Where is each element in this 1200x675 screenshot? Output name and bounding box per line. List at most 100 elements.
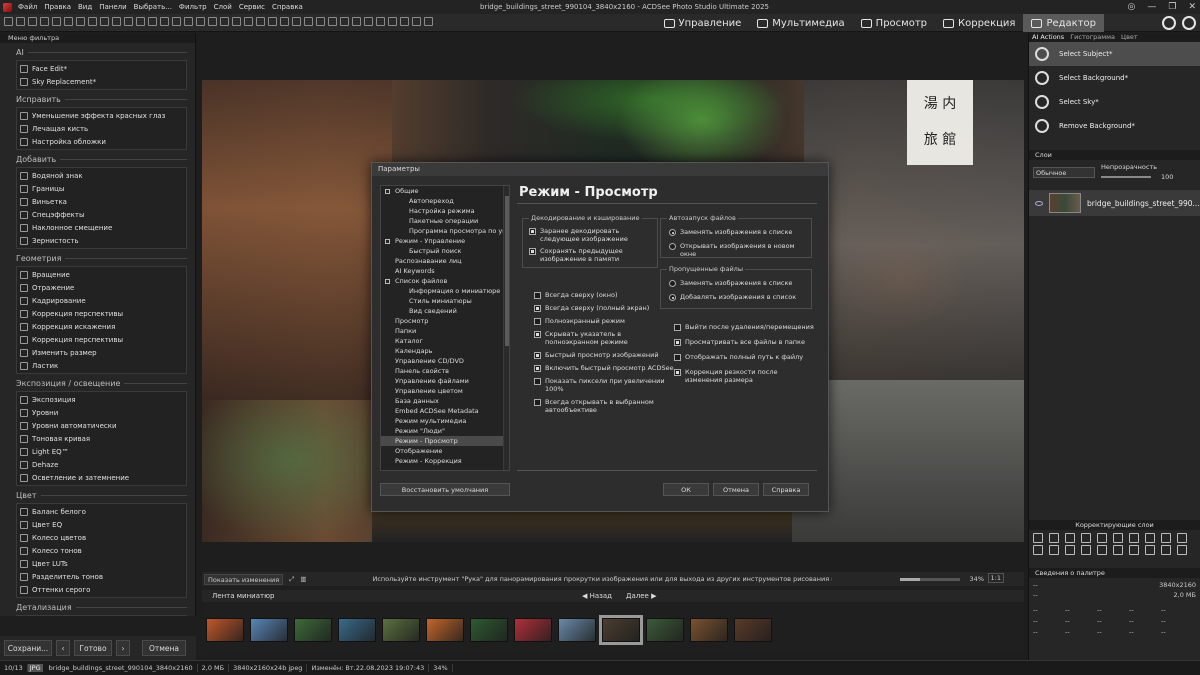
filter-item[interactable]: Изменить размер <box>20 346 183 359</box>
tool-icon[interactable] <box>256 17 265 26</box>
tool-icon[interactable] <box>268 17 277 26</box>
mode-image[interactable]: Коррекция <box>935 14 1023 32</box>
filter-item[interactable]: Настройка обложки <box>20 135 183 148</box>
filter-item[interactable]: Отражение <box>20 281 183 294</box>
mode-brush[interactable]: Редактор <box>1023 14 1104 32</box>
filmstrip-thumbnail[interactable] <box>558 618 596 642</box>
checkbox-option[interactable]: Включить быстрый просмотр ACDSee <box>534 364 676 372</box>
tree-node[interactable]: AI Keywords <box>381 266 509 276</box>
tool-icon[interactable] <box>184 17 193 26</box>
dialog-cancel-button[interactable]: Отмена <box>713 483 759 496</box>
tree-node[interactable]: Список файлов <box>381 276 509 286</box>
adjustment-icon[interactable] <box>1049 545 1059 555</box>
user-icon[interactable]: ◎ <box>1128 2 1136 12</box>
tool-icon[interactable] <box>316 17 325 26</box>
tool-icon[interactable] <box>100 17 109 26</box>
tool-icon[interactable] <box>400 17 409 26</box>
eye-icon[interactable] <box>1035 200 1043 206</box>
panel-tab[interactable]: Гистограмма <box>1070 33 1115 42</box>
tree-node[interactable]: Информация о миниатюре <box>381 286 509 296</box>
tree-node[interactable]: Пакетные операции <box>381 216 509 226</box>
adjustment-icon[interactable] <box>1033 545 1043 555</box>
adjustment-icon[interactable] <box>1161 533 1171 543</box>
adjustment-icon[interactable] <box>1097 545 1107 555</box>
menu-item[interactable]: Файл <box>18 3 37 11</box>
checkbox-option[interactable]: Всегда сверху (полный экран) <box>534 304 676 312</box>
filter-item[interactable]: Виньетка <box>20 195 183 208</box>
checkbox-option[interactable]: Выйти после удаления/перемещения <box>674 323 816 331</box>
filter-item[interactable]: Спецэффекты <box>20 208 183 221</box>
filter-item[interactable]: Колесо тонов <box>20 544 183 557</box>
tree-node[interactable]: Управление CD/DVD <box>381 356 509 366</box>
filter-item[interactable]: Зернистость <box>20 234 183 247</box>
filmstrip-thumbnail[interactable] <box>734 618 772 642</box>
tree-node[interactable]: Каталог <box>381 336 509 346</box>
tree-node[interactable]: Управление цветом <box>381 386 509 396</box>
help-button[interactable]: Справка <box>763 483 809 496</box>
tree-node[interactable]: Настройка режима <box>381 206 509 216</box>
cancel-edit-button[interactable]: Отмена <box>142 640 186 656</box>
menu-item[interactable]: Правка <box>44 3 71 11</box>
tree-node[interactable]: Распознавание лиц <box>381 256 509 266</box>
prev-button[interactable]: ‹ <box>56 640 70 656</box>
checkbox-option[interactable]: Всегда открывать в выбранном автообъекти… <box>534 398 676 414</box>
tool-icon[interactable] <box>232 17 241 26</box>
save-button[interactable]: Сохрани... <box>4 640 52 656</box>
ai-action[interactable]: Remove Background* <box>1029 114 1200 138</box>
ai-action[interactable]: Select Background* <box>1029 66 1200 90</box>
tool-icon[interactable] <box>280 17 289 26</box>
adjustment-icon[interactable] <box>1113 533 1123 543</box>
checkbox-icon[interactable] <box>529 248 536 255</box>
checkbox-icon[interactable] <box>534 292 541 299</box>
checkbox-icon[interactable] <box>534 331 541 338</box>
filter-item[interactable]: Цвет EQ <box>20 518 183 531</box>
radio-option[interactable]: Открывать изображения в новом окне <box>669 242 811 258</box>
expand-icon[interactable] <box>385 188 390 194</box>
layer-row[interactable]: bridge_buildings_street_990... <box>1029 190 1200 216</box>
filter-group-title[interactable]: Геометрия <box>16 254 187 263</box>
adjustment-icon[interactable] <box>1113 545 1123 555</box>
adjustment-icon[interactable] <box>1097 533 1107 543</box>
mode-grid[interactable]: Управление <box>656 14 750 32</box>
checkbox-option[interactable]: Показать пиксели при увеличении 100% <box>534 377 676 393</box>
radio-option[interactable]: Заменять изображения в списке <box>669 279 796 287</box>
filmstrip-thumbnail[interactable] <box>250 618 288 642</box>
tool-icon[interactable] <box>304 17 313 26</box>
checkbox-icon[interactable] <box>534 378 541 385</box>
filmstrip-thumbnail[interactable] <box>690 618 728 642</box>
menu-item[interactable]: Слой <box>214 3 232 11</box>
tree-node[interactable]: Папки <box>381 326 509 336</box>
menu-item[interactable]: Вид <box>78 3 92 11</box>
done-button[interactable]: Готово <box>74 640 112 656</box>
adjustment-icon[interactable] <box>1145 545 1155 555</box>
adjustment-icon[interactable] <box>1081 533 1091 543</box>
checkbox-option[interactable]: Отображать полный путь к файлу <box>674 353 816 361</box>
tool-icon[interactable] <box>196 17 205 26</box>
filter-item[interactable]: Вращение <box>20 268 183 281</box>
opacity-slider[interactable] <box>1101 176 1151 178</box>
filmstrip-thumbnail[interactable] <box>338 618 376 642</box>
tool-icon[interactable] <box>88 17 97 26</box>
ai-action[interactable]: Select Sky* <box>1029 90 1200 114</box>
tool-icon[interactable] <box>244 17 253 26</box>
tree-node[interactable]: Режим мультимедиа <box>381 416 509 426</box>
filter-item[interactable]: Уровни автоматически <box>20 419 183 432</box>
tool-icon[interactable] <box>148 17 157 26</box>
tool-icon[interactable] <box>76 17 85 26</box>
tree-node[interactable]: Календарь <box>381 346 509 356</box>
tool-icon[interactable] <box>16 17 25 26</box>
checkbox-option[interactable]: Коррекция резкости после изменения разме… <box>674 368 816 384</box>
histogram-icon[interactable]: ▥ <box>300 575 306 583</box>
filter-item[interactable]: Водяной знак <box>20 169 183 182</box>
checkbox-option[interactable]: Полноэкранный режим <box>534 317 676 325</box>
menu-item[interactable]: Фильтр <box>179 3 207 11</box>
filmstrip-thumbnail[interactable] <box>514 618 552 642</box>
checkbox-option[interactable]: Заранее декодировать следующее изображен… <box>529 227 653 243</box>
ok-button[interactable]: ОК <box>663 483 709 496</box>
filter-item[interactable]: Баланс белого <box>20 505 183 518</box>
checkbox-icon[interactable] <box>674 324 681 331</box>
filter-item[interactable]: Уменьшение эффекта красных глаз <box>20 109 183 122</box>
filter-item[interactable]: Face Edit* <box>20 62 183 75</box>
tool-icon[interactable] <box>28 17 37 26</box>
filter-item[interactable]: Кадрирование <box>20 294 183 307</box>
